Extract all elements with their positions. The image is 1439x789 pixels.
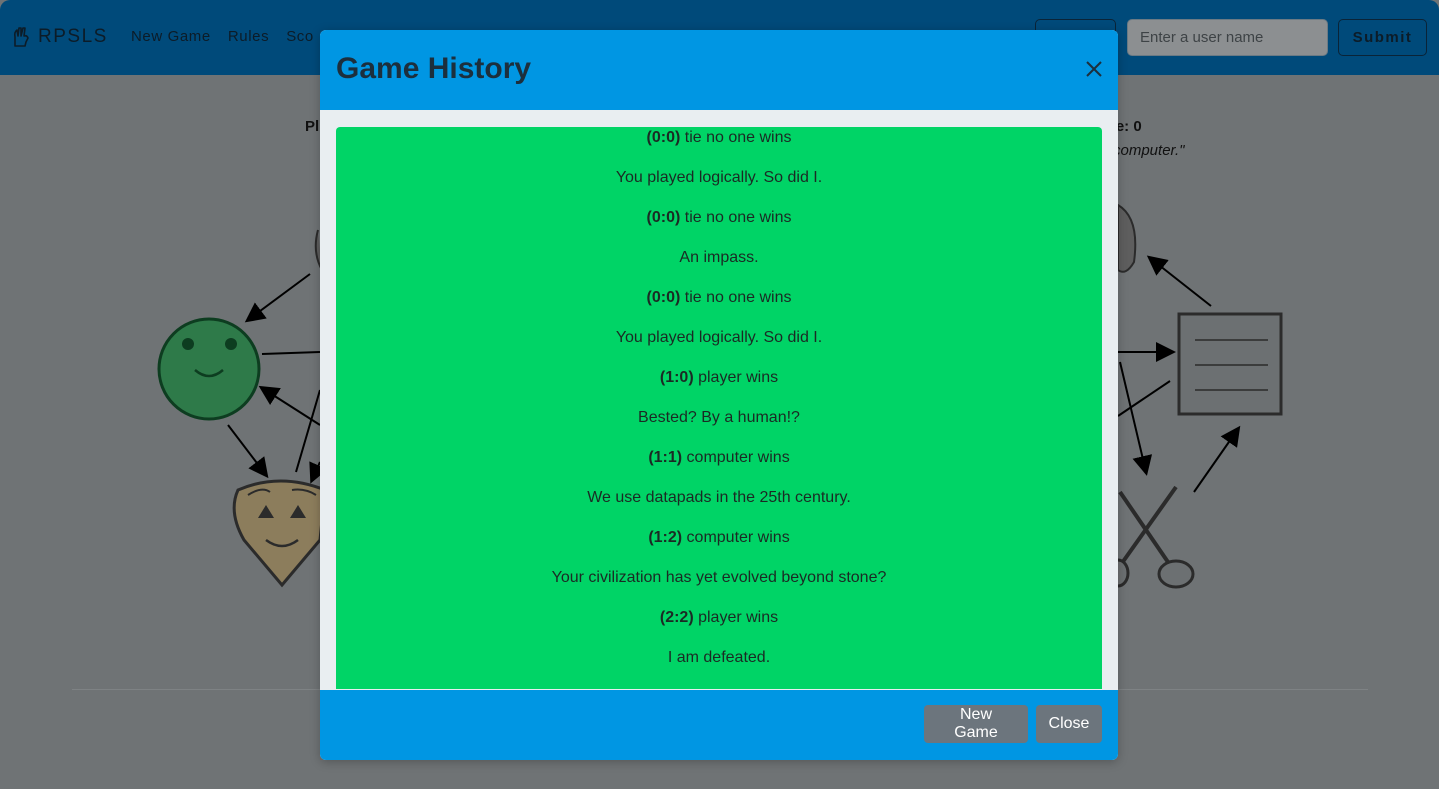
- history-item: We use datapads in the 25th century.: [336, 487, 1102, 527]
- history-item: Bested? By a human!?: [336, 407, 1102, 447]
- history-score: (0:0): [646, 129, 681, 146]
- history-text: player wins: [693, 609, 779, 626]
- history-text: Your civilization has yet evolved beyond…: [551, 569, 887, 586]
- lizard-icon[interactable]: [157, 317, 261, 421]
- history-item: You played logically. So did I.: [336, 167, 1102, 207]
- modal-header: Game History: [320, 30, 1118, 110]
- history-text: player wins: [693, 369, 779, 386]
- history-item: (0:0) tie no one wins: [336, 127, 1102, 167]
- new-game-button[interactable]: New Game: [924, 705, 1028, 743]
- arrow: [261, 351, 321, 355]
- history-panel[interactable]: (0:0) tie no one wins You played logicall…: [336, 127, 1102, 689]
- history-text: tie no one wins: [680, 209, 792, 226]
- history-text: We use datapads in the 25th century.: [587, 489, 851, 506]
- history-item: (2:2) player wins: [336, 607, 1102, 647]
- history-item: I am defeated.: [336, 647, 1102, 687]
- history-text: computer wins: [682, 449, 790, 466]
- history-text: I am defeated.: [667, 649, 771, 666]
- history-score: (0:0): [646, 209, 681, 226]
- history-list: (0:0) tie no one wins You played logicall…: [336, 127, 1102, 687]
- app-frame: RPSLS New Game Rules Sco Submit Pl re: 0…: [0, 0, 1439, 789]
- arrow: [244, 273, 311, 323]
- history-text: An impass.: [679, 249, 759, 266]
- paper-icon[interactable]: [1177, 312, 1283, 416]
- history-text: tie no one wins: [680, 289, 792, 306]
- game-history-modal: Game History (0:0) tie no one wins You pl…: [320, 30, 1118, 760]
- history-text: tie no one wins: [680, 129, 792, 146]
- modal-title: Game History: [336, 52, 532, 85]
- history-item: (0:0) tie no one wins: [336, 287, 1102, 327]
- history-text: computer wins: [682, 529, 790, 546]
- history-text: You played logically. So did I.: [615, 329, 823, 346]
- history-text: Bested? By a human!?: [638, 409, 800, 426]
- history-text: You played logically. So did I.: [615, 169, 823, 186]
- history-item: (1:0) player wins: [336, 367, 1102, 407]
- history-score: (2:2): [659, 609, 694, 626]
- history-item: You played logically. So did I.: [336, 327, 1102, 367]
- history-score: (1:0): [659, 369, 694, 386]
- spock-icon[interactable]: [1117, 203, 1137, 273]
- history-item: An impass.: [336, 247, 1102, 287]
- arrow: [1146, 255, 1212, 307]
- scissors-icon[interactable]: [1106, 485, 1195, 589]
- arrow: [227, 424, 269, 479]
- history-item: Your civilization has yet evolved beyond…: [336, 567, 1102, 607]
- history-score: (1:1): [648, 449, 683, 466]
- modal-footer: New Game Close: [320, 690, 1118, 760]
- close-icon[interactable]: [1082, 57, 1106, 81]
- history-score: (1:2): [648, 529, 683, 546]
- history-item: (1:2) computer wins: [336, 527, 1102, 567]
- history-item: (1:1) computer wins: [336, 447, 1102, 487]
- close-button[interactable]: Close: [1036, 705, 1102, 743]
- arrow: [1193, 425, 1241, 493]
- arrow: [1119, 361, 1153, 476]
- rock-icon[interactable]: [232, 479, 327, 588]
- history-score: (0:0): [646, 289, 681, 306]
- arrow: [295, 389, 321, 473]
- arrow: [309, 461, 328, 484]
- history-item: (0:0) tie no one wins: [336, 207, 1102, 247]
